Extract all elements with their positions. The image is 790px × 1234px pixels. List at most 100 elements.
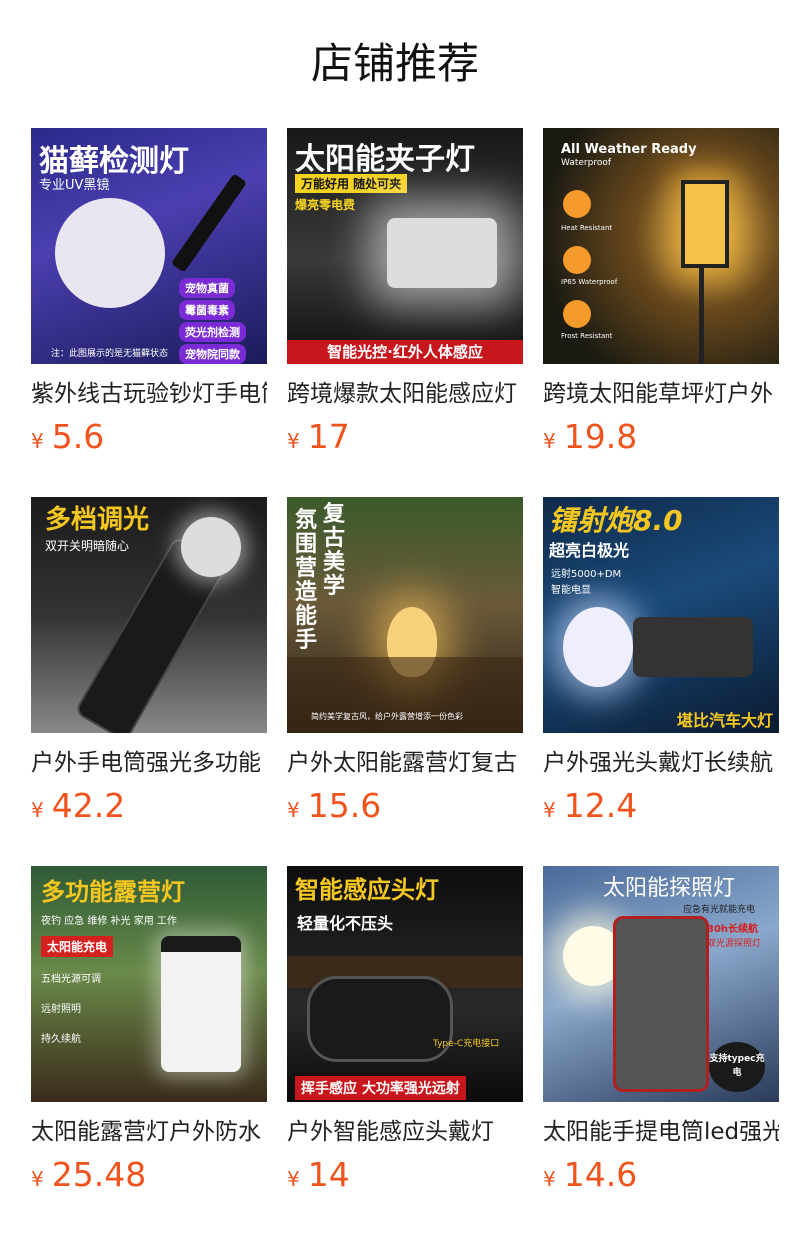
image-tag: Heat Resistant bbox=[561, 224, 613, 232]
image-tag: 宠物院同款 bbox=[179, 344, 246, 364]
product-card[interactable]: 多功能露营灯 夜钓 应急 维修 补光 家用 工作 太阳能充电 五档光源可调 远射… bbox=[31, 866, 267, 1202]
product-price: ¥5.6 bbox=[31, 416, 267, 464]
image-subtitle: Waterproof bbox=[561, 158, 612, 168]
product-card[interactable]: 多档调光 双开关明暗随心 户外手电筒强光多功能 ¥42.2 bbox=[31, 497, 267, 833]
image-tag: 远射5000+DM bbox=[551, 569, 622, 580]
currency-symbol: ¥ bbox=[543, 798, 556, 822]
product-image[interactable]: 镭射炮8.0 超亮白极光 远射5000+DM 智能电显 堪比汽车大灯 bbox=[543, 497, 779, 733]
product-name[interactable]: 太阳能手提电筒led强光 bbox=[543, 1116, 779, 1148]
product-name[interactable]: 紫外线古玩验钞灯手电筒 bbox=[31, 378, 267, 410]
price-value: 14.6 bbox=[563, 1155, 638, 1194]
image-headline: 多档调光 bbox=[45, 505, 150, 535]
product-image[interactable]: 复古美学 氛围营造能手 简约美学复古风，给户外露营增添一份色彩 bbox=[287, 497, 523, 733]
image-subtitle: 氛围营造能手 bbox=[295, 508, 318, 653]
product-name[interactable]: 太阳能露营灯户外防水 bbox=[31, 1116, 267, 1148]
image-note: 堪比汽车大灯 bbox=[676, 711, 773, 730]
image-tag: 五档光源可调 bbox=[41, 974, 101, 985]
lamp-graphic bbox=[681, 180, 729, 268]
product-image[interactable]: 多功能露营灯 夜钓 应急 维修 补光 家用 工作 太阳能充电 五档光源可调 远射… bbox=[31, 866, 267, 1102]
product-price: ¥42.2 bbox=[31, 785, 267, 833]
price-value: 12.4 bbox=[563, 786, 638, 825]
price-value: 25.48 bbox=[51, 1155, 147, 1194]
image-headline: 镭射炮8.0 bbox=[549, 504, 683, 537]
image-tag: 爆亮零电费 bbox=[295, 198, 356, 212]
product-name[interactable]: 户外手电筒强光多功能 bbox=[31, 747, 267, 779]
product-price: ¥14.6 bbox=[543, 1154, 779, 1202]
headlamp-graphic bbox=[307, 976, 453, 1062]
page-title: 店铺推荐 bbox=[310, 39, 479, 88]
image-subtitle: 万能好用 随处可夹 bbox=[295, 174, 408, 193]
currency-symbol: ¥ bbox=[543, 1167, 556, 1191]
product-price: ¥14 bbox=[287, 1154, 523, 1202]
currency-symbol: ¥ bbox=[31, 798, 44, 822]
price-value: 14 bbox=[307, 1155, 350, 1194]
image-subtitle: 轻量化不压头 bbox=[297, 914, 394, 933]
snowflake-icon bbox=[563, 300, 591, 328]
image-tag: 30h长续航 bbox=[707, 924, 759, 935]
product-card[interactable]: 智能感应头灯 轻量化不压头 Type-C充电接口 挥手感应 大功率强光远射 户外… bbox=[287, 866, 523, 1202]
product-name[interactable]: 户外智能感应头戴灯 bbox=[287, 1116, 523, 1148]
image-headline: 复古美学 bbox=[323, 502, 346, 599]
lamp-graphic bbox=[387, 218, 497, 288]
cat-graphic bbox=[55, 198, 165, 308]
image-tag: 荧光剂检测 bbox=[179, 322, 246, 342]
lantern-graphic bbox=[161, 936, 241, 1072]
image-headline: 太阳能探照灯 bbox=[603, 876, 736, 901]
product-name[interactable]: 跨境爆款太阳能感应灯 bbox=[287, 378, 523, 410]
currency-symbol: ¥ bbox=[31, 429, 44, 453]
product-card[interactable]: 太阳能夹子灯 万能好用 随处可夹 爆亮零电费 智能光控·红外人体感应 跨境爆款太… bbox=[287, 128, 523, 464]
image-note: 智能光控·红外人体感应 bbox=[287, 340, 523, 364]
lamp-body bbox=[633, 617, 753, 677]
image-tag: Type-C充电接口 bbox=[433, 1039, 500, 1049]
image-headline: 智能感应头灯 bbox=[295, 876, 439, 904]
currency-symbol: ¥ bbox=[543, 429, 556, 453]
product-card[interactable]: All Weather Ready Waterproof Heat Resist… bbox=[543, 128, 779, 464]
image-subtitle: 双开关明暗随心 bbox=[45, 539, 130, 553]
image-subtitle: 应急有光就能充电 bbox=[683, 905, 756, 915]
image-subtitle: 专业UV黑镜 bbox=[39, 178, 110, 193]
product-price: ¥25.48 bbox=[31, 1154, 267, 1202]
image-subtitle: 超亮白极光 bbox=[549, 541, 630, 560]
product-card[interactable]: 太阳能探照灯 应急有光就能充电 30h长续航 双光源探照灯 支持typec充电 … bbox=[543, 866, 779, 1202]
currency-symbol: ¥ bbox=[287, 798, 300, 822]
price-value: 15.6 bbox=[307, 786, 382, 825]
image-headline: 多功能露营灯 bbox=[41, 878, 185, 906]
price-value: 5.6 bbox=[51, 417, 105, 456]
image-tag: IP65 Waterproof bbox=[561, 278, 618, 286]
product-card[interactable]: 复古美学 氛围营造能手 简约美学复古风，给户外露营增添一份色彩 户外太阳能露营灯… bbox=[287, 497, 523, 833]
image-tag: Frost Resistant bbox=[561, 332, 613, 340]
product-image[interactable]: All Weather Ready Waterproof Heat Resist… bbox=[543, 128, 779, 364]
product-price: ¥17 bbox=[287, 416, 523, 464]
image-tag: 智能电显 bbox=[551, 585, 591, 596]
product-card[interactable]: 镭射炮8.0 超亮白极光 远射5000+DM 智能电显 堪比汽车大灯 户外强光头… bbox=[543, 497, 779, 833]
lamp-pole bbox=[699, 264, 704, 364]
product-price: ¥19.8 bbox=[543, 416, 779, 464]
image-tag: 远射照明 bbox=[41, 1004, 81, 1015]
image-tag: 支持typec充电 bbox=[709, 1042, 765, 1092]
image-tag: 双光源探照灯 bbox=[707, 939, 762, 949]
image-tag: 宠物真菌 bbox=[179, 278, 235, 298]
product-image[interactable]: 多档调光 双开关明暗随心 bbox=[31, 497, 267, 733]
image-note: 挥手感应 大功率强光远射 bbox=[295, 1076, 466, 1100]
currency-symbol: ¥ bbox=[287, 429, 300, 453]
price-value: 17 bbox=[307, 417, 350, 456]
product-image[interactable]: 太阳能夹子灯 万能好用 随处可夹 爆亮零电费 智能光控·红外人体感应 bbox=[287, 128, 523, 364]
image-note: 简约美学复古风，给户外露营增添一份色彩 bbox=[311, 712, 463, 721]
currency-symbol: ¥ bbox=[287, 1167, 300, 1191]
flashlight-graphic bbox=[170, 173, 248, 273]
image-subtitle: 夜钓 应急 维修 补光 家用 工作 bbox=[41, 916, 177, 927]
product-image[interactable]: 智能感应头灯 轻量化不压头 Type-C充电接口 挥手感应 大功率强光远射 bbox=[287, 866, 523, 1102]
image-tag: 霉菌毒素 bbox=[179, 300, 235, 320]
product-name[interactable]: 跨境太阳能草坪灯户外 bbox=[543, 378, 779, 410]
sun-icon bbox=[563, 190, 591, 218]
product-price: ¥15.6 bbox=[287, 785, 523, 833]
price-value: 42.2 bbox=[51, 786, 126, 825]
product-name[interactable]: 户外强光头戴灯长续航 bbox=[543, 747, 779, 779]
product-price: ¥12.4 bbox=[543, 785, 779, 833]
product-image[interactable]: 猫藓检测灯 专业UV黑镜 宠物真菌 霉菌毒素 荧光剂检测 宠物院同款 注：此图展… bbox=[31, 128, 267, 364]
product-name[interactable]: 户外太阳能露营灯复古 bbox=[287, 747, 523, 779]
image-tag: 太阳能充电 bbox=[41, 936, 114, 957]
product-card[interactable]: 猫藓检测灯 专业UV黑镜 宠物真菌 霉菌毒素 荧光剂检测 宠物院同款 注：此图展… bbox=[31, 128, 267, 464]
product-image[interactable]: 太阳能探照灯 应急有光就能充电 30h长续航 双光源探照灯 支持typec充电 bbox=[543, 866, 779, 1102]
headlamp-graphic bbox=[563, 607, 633, 687]
